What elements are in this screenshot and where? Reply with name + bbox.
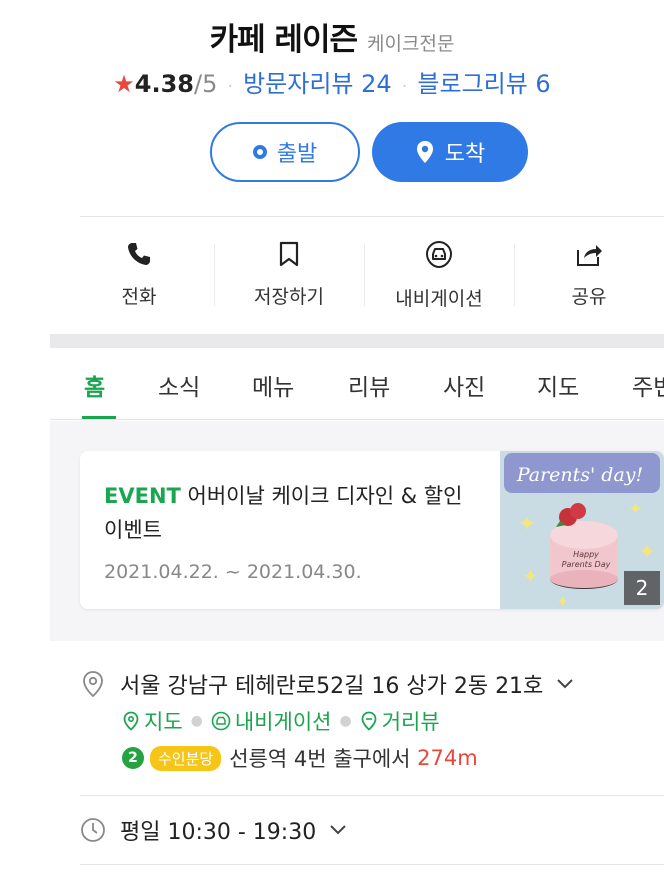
- svg-text:Happy: Happy: [573, 550, 599, 559]
- tab-menu[interactable]: 메뉴: [252, 368, 294, 402]
- map-links-row: 지도 ● 내비게이션 ● 거리뷰: [80, 706, 664, 736]
- divider: [80, 795, 664, 796]
- share-label: 공유: [571, 286, 607, 308]
- visitor-reviews-link[interactable]: 방문자리뷰 24: [243, 70, 392, 98]
- event-card[interactable]: EVENT 어버이날 케이크 디자인 & 할인 이벤트 2021.04.22. …: [80, 451, 664, 609]
- chevron-down-icon: [330, 825, 346, 835]
- address-row[interactable]: 서울 강남구 테헤란로52길 16 상가 2동 21호: [80, 664, 664, 704]
- navigation-link[interactable]: 내비게이션: [211, 706, 332, 736]
- pin-small-icon: [123, 711, 139, 731]
- tab-map[interactable]: 지도: [537, 368, 579, 402]
- hours-row[interactable]: 평일 10:30 - 19:30: [80, 810, 664, 850]
- svg-text:✦: ✦: [556, 592, 569, 609]
- place-header: 카페 레이즌 케이크전문 ★4.38/5 · 방문자리뷰 24 · 블로그리뷰 6 출발 …: [0, 0, 664, 330]
- divider: [80, 864, 664, 865]
- car-small-icon: [211, 711, 231, 731]
- phone-icon: [128, 243, 150, 265]
- location-pin-icon: [416, 141, 433, 163]
- streetview-icon: [361, 711, 377, 731]
- star-icon: ★: [113, 70, 135, 98]
- active-tab-indicator: [82, 416, 116, 419]
- location-pin-outline-icon: [83, 671, 103, 698]
- subway-distance: 274m: [417, 746, 478, 770]
- rating-score: 4.38: [134, 70, 194, 98]
- event-text: EVENT 어버이날 케이크 디자인 & 할인 이벤트: [104, 479, 484, 547]
- map-link-label: 지도: [144, 710, 183, 734]
- separator-dot: ●: [339, 713, 352, 729]
- save-action[interactable]: 저장하기: [214, 232, 364, 316]
- navigation-action[interactable]: 내비게이션: [364, 232, 514, 316]
- rating-row: ★4.38/5 · 방문자리뷰 24 · 블로그리뷰 6: [0, 64, 664, 99]
- section-separator: [50, 334, 664, 348]
- place-name: 카페 레이즌: [209, 22, 358, 58]
- subway-directions: 선릉역 4번 출구에서: [229, 747, 411, 771]
- arrive-route-label: 도착: [444, 142, 486, 167]
- address-text: 서울 강남구 테헤란로52길 16 상가 2동 21호: [120, 674, 544, 699]
- separator-dot: ●: [190, 713, 203, 729]
- event-date: 2021.04.22. ~ 2021.04.30.: [104, 561, 362, 583]
- svg-text:✦: ✦: [522, 564, 539, 588]
- event-thumbnail[interactable]: Parents' day! Happy Parents Day ✦ ✦ ✦ ✦ …: [500, 451, 664, 609]
- photo-caption: Parents' day!: [516, 464, 643, 486]
- navigation-label: 내비게이션: [395, 288, 483, 310]
- map-link[interactable]: 지도: [122, 706, 183, 736]
- streetview-link-label: 거리뷰: [381, 710, 440, 734]
- tab-home[interactable]: 홈: [84, 368, 105, 402]
- save-label: 저장하기: [254, 286, 324, 308]
- bookmark-icon: [279, 241, 299, 267]
- separator-dot: ·: [227, 76, 234, 97]
- svg-text:✦: ✦: [518, 512, 536, 537]
- hours-text: 평일 10:30 - 19:30: [120, 820, 317, 845]
- subway-line-badge: 2: [122, 747, 144, 769]
- clock-icon: [81, 818, 105, 842]
- call-label: 전화: [121, 286, 157, 308]
- tab-news[interactable]: 소식: [158, 368, 200, 402]
- tab-nearby[interactable]: 주변: [632, 368, 664, 402]
- svg-text:Parents Day: Parents Day: [562, 560, 611, 569]
- image-count-badge: 2: [624, 571, 660, 605]
- tab-photos[interactable]: 사진: [443, 368, 485, 402]
- start-route-label: 출발: [276, 142, 318, 167]
- rating-max: /5: [194, 70, 218, 98]
- event-tag: EVENT: [104, 484, 181, 508]
- tab-reviews[interactable]: 리뷰: [348, 368, 390, 402]
- svg-text:✦: ✦: [638, 540, 656, 565]
- action-bar: 전화 저장하기 내비게이션 공유: [64, 232, 664, 316]
- arrive-route-button[interactable]: 도착: [372, 122, 528, 182]
- place-category: 케이크전문: [367, 33, 455, 55]
- navigation-car-icon: [425, 240, 453, 269]
- chevron-down-icon: [557, 679, 574, 689]
- separator-dot: ·: [401, 76, 408, 97]
- navigation-link-label: 내비게이션: [234, 710, 332, 734]
- start-point-icon: [252, 145, 267, 159]
- title-row: 카페 레이즌 케이크전문: [0, 14, 664, 59]
- streetview-link[interactable]: 거리뷰: [360, 706, 440, 736]
- subway-line-name: 수인분당: [150, 745, 222, 771]
- call-action[interactable]: 전화: [64, 232, 214, 316]
- tab-bar: 홈 소식 메뉴 리뷰 사진 지도 주변: [50, 348, 664, 420]
- svg-text:✦: ✦: [628, 499, 643, 520]
- share-action[interactable]: 공유: [514, 232, 664, 316]
- share-icon: [577, 245, 602, 266]
- blog-reviews-link[interactable]: 블로그리뷰 6: [417, 70, 550, 98]
- divider: [80, 216, 664, 217]
- subway-row: 2 수인분당 선릉역 4번 출구에서 274m: [80, 742, 664, 774]
- start-route-button[interactable]: 출발: [210, 122, 360, 182]
